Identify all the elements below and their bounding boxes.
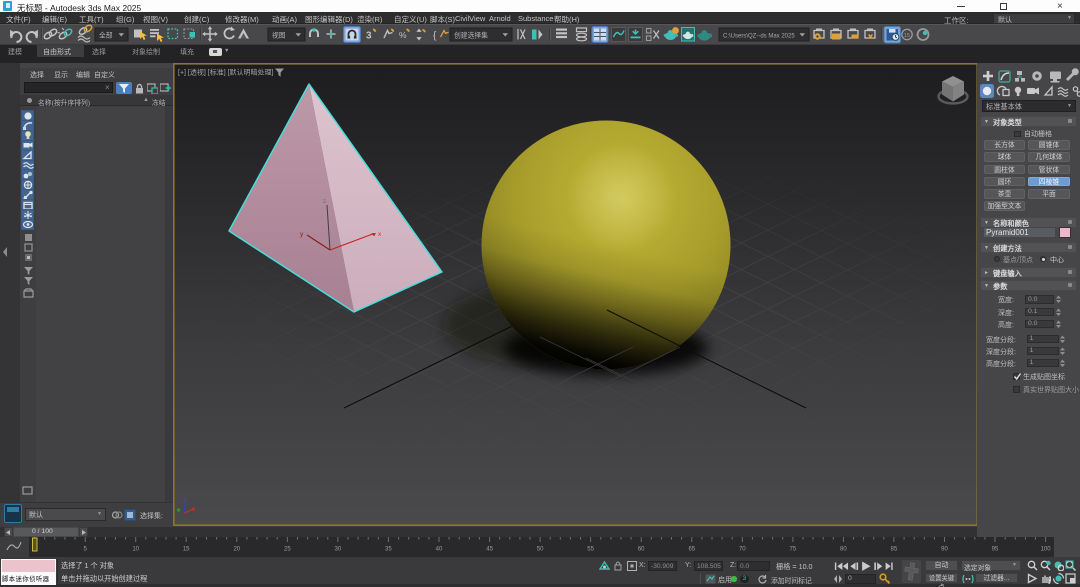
svg-text:35: 35: [385, 547, 392, 553]
svg-text:50: 50: [537, 547, 544, 553]
svg-text:25: 25: [284, 547, 291, 553]
svg-text:视图: 视图: [272, 31, 286, 40]
svg-text:z: z: [323, 199, 326, 205]
svg-text:80: 80: [840, 547, 847, 553]
svg-text:15: 15: [183, 547, 190, 553]
svg-text:55: 55: [587, 547, 594, 553]
svg-text:85: 85: [891, 547, 898, 553]
svg-text:%: %: [399, 30, 407, 40]
svg-text:45: 45: [486, 547, 493, 553]
svg-text:10: 10: [132, 547, 139, 553]
svg-text:65: 65: [688, 547, 695, 553]
svg-text:90: 90: [941, 547, 948, 553]
svg-text:60: 60: [638, 547, 645, 553]
svg-text:70: 70: [739, 547, 746, 553]
svg-text:[+] [透视] [标准] [默认明暗处理]: [+] [透视] [标准] [默认明暗处理]: [178, 68, 274, 77]
svg-text:30: 30: [335, 547, 342, 553]
svg-text:全部: 全部: [99, 31, 113, 40]
svg-text:20: 20: [233, 547, 240, 553]
svg-text:创建选择集: 创建选择集: [454, 31, 488, 40]
svg-text:C:\Users\QZ--ds Max 2025: C:\Users\QZ--ds Max 2025: [723, 34, 795, 40]
svg-text:15: 15: [904, 33, 910, 39]
svg-text:40: 40: [436, 547, 443, 553]
svg-text:100: 100: [1041, 547, 1052, 553]
svg-text:z: z: [183, 497, 186, 503]
svg-text:3: 3: [366, 31, 372, 42]
svg-text:95: 95: [992, 547, 999, 553]
svg-text:75: 75: [790, 547, 797, 553]
